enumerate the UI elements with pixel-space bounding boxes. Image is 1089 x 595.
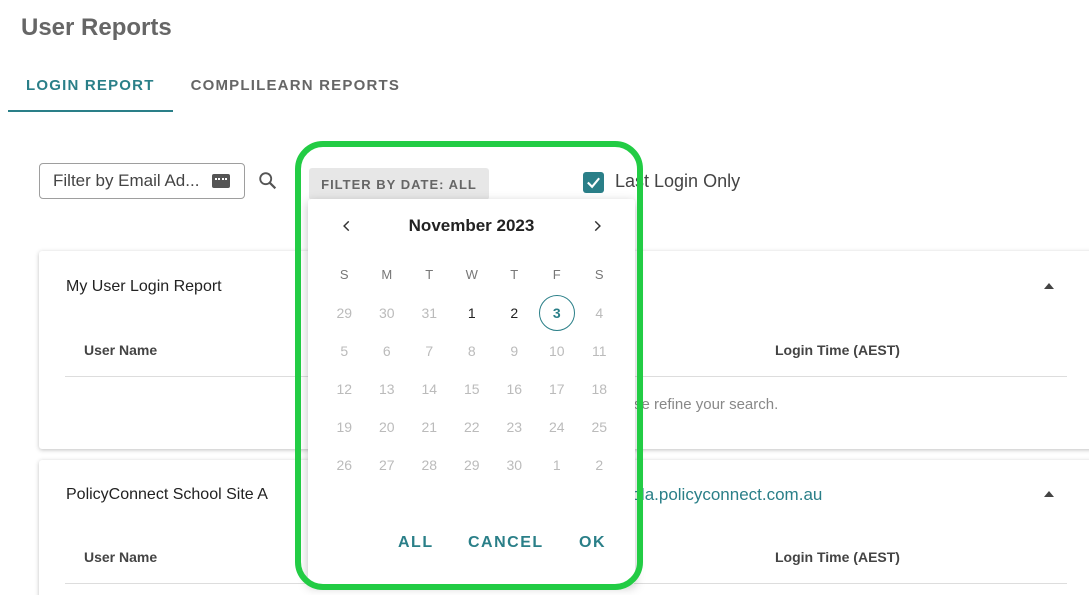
weekday-label: T xyxy=(425,267,434,282)
calendar-day: 8 xyxy=(467,343,476,359)
filter-by-date-button[interactable]: FILTER BY DATE: ALL xyxy=(309,168,489,200)
calendar-day: 22 xyxy=(463,419,480,435)
calendar-day: 25 xyxy=(591,419,608,435)
calendar-day: 12 xyxy=(336,381,353,397)
weekday-label: T xyxy=(510,267,519,282)
chevron-right-icon xyxy=(594,220,601,232)
date-picker-popup: November 2023 S M T W T F S 29 30 31 1 2 3 4 5 6… xyxy=(308,199,635,584)
tab-complilearn-reports[interactable]: COMPLILEARN REPORTS xyxy=(173,60,418,112)
card-title: PolicyConnect School Site A xyxy=(66,486,268,503)
picker-actions: ALL CANCEL OK xyxy=(308,534,635,564)
calendar-day: 11 xyxy=(591,343,607,359)
calendar-day: 4 xyxy=(595,305,604,321)
calendar-day: 23 xyxy=(506,419,523,435)
calendar-day: 2 xyxy=(595,457,604,473)
weekday-label: S xyxy=(594,267,604,282)
calendar-day: 30 xyxy=(378,305,395,321)
calendar-day: 30 xyxy=(506,457,523,473)
calendar-week-row: 12 13 14 15 16 17 18 xyxy=(323,370,621,408)
today-marker: 3 xyxy=(538,295,575,331)
calendar-day: 16 xyxy=(506,381,523,397)
cancel-button[interactable]: CANCEL xyxy=(468,534,544,552)
collapse-caret-icon[interactable] xyxy=(1044,283,1054,289)
check-icon xyxy=(587,177,600,189)
calendar-week-row: 26 27 28 29 30 1 2 xyxy=(323,446,621,484)
column-header-user-name[interactable]: User Name xyxy=(84,549,157,565)
calendar-week-row: 29 30 31 1 2 3 4 xyxy=(323,294,621,332)
calendar-day: 1 xyxy=(552,457,561,473)
calendar-day: 15 xyxy=(463,381,480,397)
weekday-label: F xyxy=(552,267,561,282)
all-button[interactable]: ALL xyxy=(398,534,434,552)
calendar-day[interactable]: 3 xyxy=(536,294,579,332)
column-header-login-time[interactable]: Login Time (AEST) xyxy=(775,549,900,565)
calendar-day: 14 xyxy=(421,381,438,397)
last-login-label: Last Login Only xyxy=(615,171,741,191)
calendar-day[interactable]: 2 xyxy=(493,294,536,332)
calendar-day: 20 xyxy=(378,419,395,435)
calendar-day: 31 xyxy=(421,305,438,321)
calendar-week-row: 5 6 7 8 9 10 11 xyxy=(323,332,621,370)
weekday-label: S xyxy=(339,267,349,282)
ok-button[interactable]: OK xyxy=(579,534,606,552)
weekday-header: S M T W T F S xyxy=(323,267,621,282)
calendar-day: 29 xyxy=(463,457,480,473)
calendar-day: 18 xyxy=(591,381,608,397)
page-title: User Reports xyxy=(21,14,172,41)
calendar-day: 7 xyxy=(425,343,434,359)
calendar-day: 6 xyxy=(382,343,391,359)
keyboard-icon[interactable] xyxy=(212,174,230,188)
next-month-button[interactable] xyxy=(584,213,610,239)
weekday-label: M xyxy=(381,267,393,282)
calendar-week-row: 19 20 21 22 23 24 25 xyxy=(323,408,621,446)
calendar-day: 27 xyxy=(378,457,395,473)
calendar-day: 19 xyxy=(336,419,353,435)
calendar-header: November 2023 xyxy=(308,213,635,239)
calendar-day: 17 xyxy=(548,381,565,397)
collapse-caret-icon[interactable] xyxy=(1044,491,1054,497)
last-login-checkbox[interactable] xyxy=(583,172,604,193)
search-icon[interactable] xyxy=(257,170,279,192)
calendar-day: 26 xyxy=(336,457,353,473)
tab-login-report[interactable]: LOGIN REPORT xyxy=(8,60,173,112)
card-title: My User Login Report xyxy=(66,278,222,295)
calendar-day[interactable]: 1 xyxy=(451,294,494,332)
email-filter-input[interactable]: Filter by Email Ad... xyxy=(39,163,245,199)
email-filter-value: Filter by Email Ad... xyxy=(53,171,200,190)
calendar-day: 13 xyxy=(378,381,395,397)
calendar-day: 10 xyxy=(548,343,565,359)
calendar-day: 24 xyxy=(548,419,565,435)
calendar-day: 21 xyxy=(421,419,438,435)
calendar-day: 28 xyxy=(421,457,438,473)
report-tabs: LOGIN REPORT COMPLILEARN REPORTS xyxy=(8,60,418,112)
column-header-user-name[interactable]: User Name xyxy=(84,342,157,358)
column-header-login-time[interactable]: Login Time (AEST) xyxy=(775,342,900,358)
calendar-day: 5 xyxy=(340,343,349,359)
calendar-day: 29 xyxy=(336,305,353,321)
weekday-label: W xyxy=(465,267,478,282)
calendar-day: 9 xyxy=(510,343,519,359)
